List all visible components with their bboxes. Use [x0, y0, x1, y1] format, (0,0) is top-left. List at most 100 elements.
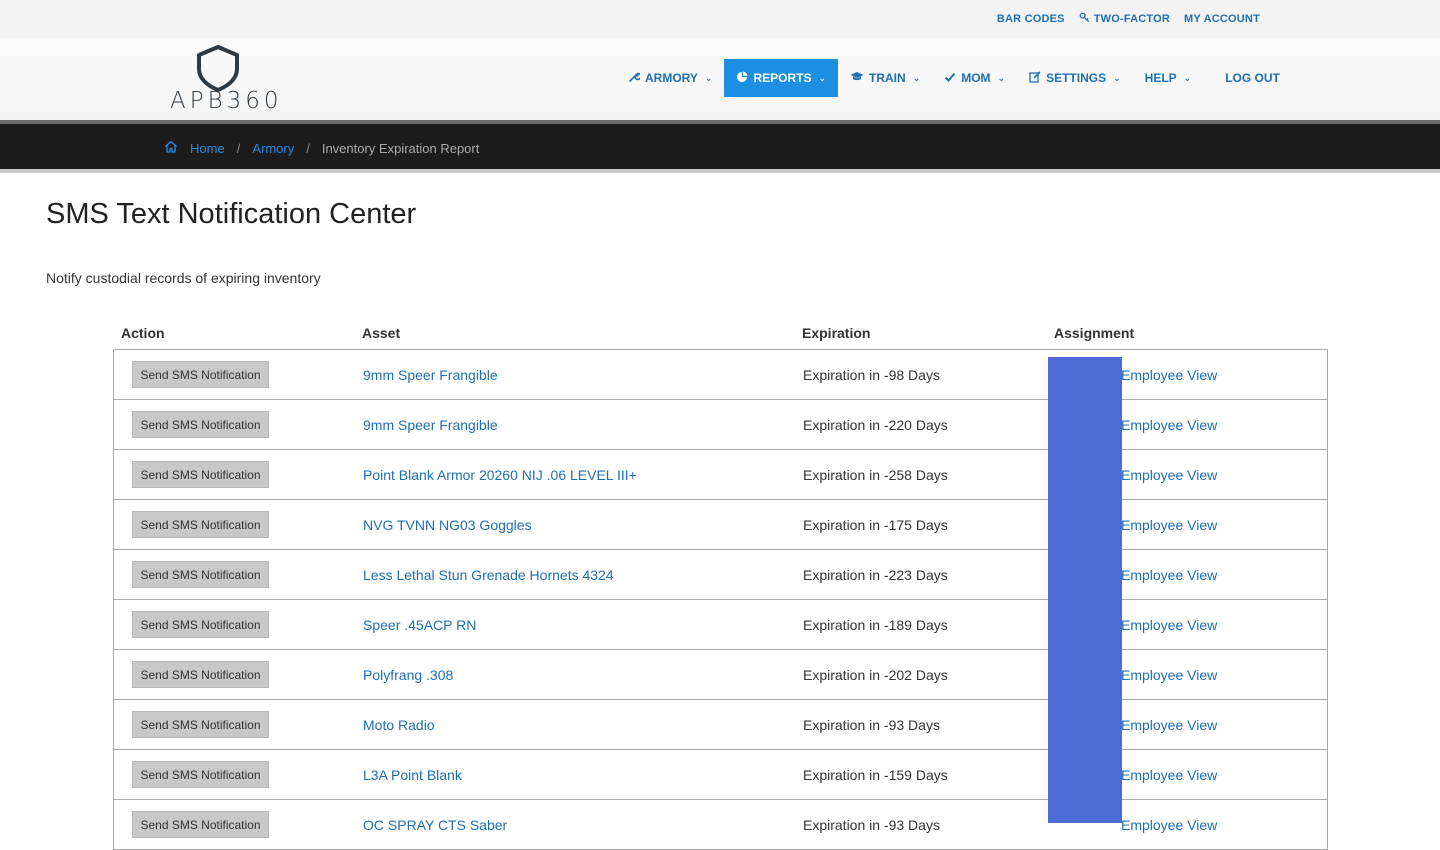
page-subtitle: Notify custodial records of expiring inv…	[46, 270, 321, 286]
table-row: Send SMS Notification 9mm Speer Frangible…	[114, 350, 1327, 400]
expiration-table: Action Asset Expiration Assignment Send …	[113, 316, 1328, 850]
expiration-cell: Expiration in -93 Days	[803, 716, 940, 733]
chevron-down-icon: ⌄	[818, 72, 826, 83]
main-header: APB360 ARMORY ⌄ REPORTS ⌄ TRAIN ⌄ MOM ⌄ …	[0, 38, 1440, 122]
nav-armory[interactable]: ARMORY ⌄	[616, 59, 724, 97]
send-sms-button[interactable]: Send SMS Notification	[132, 761, 269, 788]
expiration-cell: Expiration in -98 Days	[803, 366, 940, 383]
action-cell: Send SMS Notification	[114, 661, 354, 688]
send-sms-button[interactable]: Send SMS Notification	[132, 711, 269, 738]
redaction-block	[1048, 357, 1122, 823]
action-cell: Send SMS Notification	[114, 611, 354, 638]
send-sms-button[interactable]: Send SMS Notification	[132, 511, 269, 538]
table-header: Action Asset Expiration Assignment	[113, 316, 1328, 349]
send-sms-button[interactable]: Send SMS Notification	[132, 611, 269, 638]
shield-logo-icon	[197, 45, 239, 92]
asset-cell: 9mm Speer Frangible	[354, 367, 794, 383]
action-cell: Send SMS Notification	[114, 711, 354, 738]
asset-link[interactable]: L3A Point Blank	[363, 767, 462, 783]
table-row: Send SMS Notification 9mm Speer Frangible…	[114, 400, 1327, 450]
header-assignment: Assignment	[1054, 324, 1135, 341]
expiration-cell: Expiration in -175 Days	[803, 516, 948, 533]
breadcrumb-home[interactable]: Home	[190, 141, 225, 156]
key-icon	[1079, 12, 1090, 26]
expiration-cell: Expiration in -159 Days	[803, 766, 948, 783]
asset-cell: Less Lethal Stun Grenade Hornets 4324	[354, 567, 794, 583]
breadcrumb-armory[interactable]: Armory	[252, 141, 294, 156]
utility-bar: BAR CODES TWO-FACTOR MY ACCOUNT	[0, 0, 1440, 38]
send-sms-button[interactable]: Send SMS Notification	[132, 461, 269, 488]
chevron-down-icon: ⌄	[1183, 72, 1192, 83]
wrench-icon	[628, 71, 642, 86]
breadcrumb: Home / Armory / Inventory Expiration Rep…	[164, 140, 479, 156]
asset-cell: Polyfrang .308	[354, 667, 794, 683]
action-cell: Send SMS Notification	[114, 361, 354, 388]
header-expiration: Expiration	[802, 324, 871, 341]
asset-link[interactable]: OC SPRAY CTS Saber	[363, 817, 507, 833]
breadcrumb-divider	[0, 169, 1440, 173]
asset-cell: L3A Point Blank	[354, 767, 794, 783]
nav-reports[interactable]: REPORTS ⌄	[724, 59, 838, 97]
nav-log-out[interactable]: LOG OUT	[1203, 59, 1292, 97]
asset-link[interactable]: NVG TVNN NG03 Goggles	[363, 517, 532, 533]
table-row: Send SMS Notification L3A Point Blank Expi…	[114, 750, 1327, 800]
asset-link[interactable]: 9mm Speer Frangible	[363, 367, 498, 383]
expiration-cell: Expiration in -223 Days	[803, 566, 948, 583]
asset-cell: OC SPRAY CTS Saber	[354, 817, 794, 833]
chevron-down-icon: ⌄	[704, 72, 713, 83]
action-cell: Send SMS Notification	[114, 761, 354, 788]
asset-link[interactable]: Polyfrang .308	[363, 667, 453, 683]
table-row: Send SMS Notification Point Blank Armor 2…	[114, 450, 1327, 500]
chevron-down-icon: ⌄	[1113, 72, 1121, 83]
send-sms-button[interactable]: Send SMS Notification	[132, 661, 269, 688]
expiration-cell: Expiration in -202 Days	[803, 666, 948, 683]
asset-cell: NVG TVNN NG03 Goggles	[354, 517, 794, 533]
action-cell: Send SMS Notification	[114, 811, 354, 838]
asset-cell: Moto Radio	[354, 717, 794, 733]
nav-settings[interactable]: SETTINGS ⌄	[1017, 59, 1133, 97]
graduation-cap-icon	[850, 71, 864, 85]
send-sms-button[interactable]: Send SMS Notification	[132, 561, 269, 588]
send-sms-button[interactable]: Send SMS Notification	[132, 811, 269, 838]
breadcrumb-separator: /	[306, 140, 310, 156]
asset-link[interactable]: Point Blank Armor 20260 NIJ .06 LEVEL II…	[363, 467, 637, 483]
action-cell: Send SMS Notification	[114, 511, 354, 538]
expiration-cell: Expiration in -93 Days	[803, 816, 940, 833]
header-action: Action	[121, 324, 165, 341]
table-body: Send SMS Notification 9mm Speer Frangible…	[113, 349, 1328, 850]
asset-cell: 9mm Speer Frangible	[354, 417, 794, 433]
chevron-down-icon: ⌄	[912, 72, 921, 83]
expiration-cell: Expiration in -220 Days	[803, 416, 948, 433]
breadcrumb-separator: /	[236, 140, 241, 156]
my-account-link[interactable]: MY ACCOUNT	[1184, 12, 1260, 26]
asset-link[interactable]: 9mm Speer Frangible	[363, 417, 498, 433]
action-cell: Send SMS Notification	[114, 461, 354, 488]
expiration-cell: Expiration in -258 Days	[803, 466, 948, 483]
table-row: Send SMS Notification OC SPRAY CTS Saber E…	[114, 800, 1327, 850]
main-nav: ARMORY ⌄ REPORTS ⌄ TRAIN ⌄ MOM ⌄ SETTING…	[616, 59, 1292, 97]
logo-text: APB360	[170, 88, 283, 114]
bar-codes-link[interactable]: BAR CODES	[997, 12, 1065, 26]
table-row: Send SMS Notification Speer .45ACP RN Expi…	[114, 600, 1327, 650]
nav-train[interactable]: TRAIN ⌄	[838, 59, 932, 97]
two-factor-link[interactable]: TWO-FACTOR	[1079, 12, 1170, 26]
pie-chart-icon	[736, 71, 748, 86]
utility-links: BAR CODES TWO-FACTOR MY ACCOUNT	[997, 12, 1260, 26]
asset-link[interactable]: Speer .45ACP RN	[363, 617, 476, 633]
nav-mom[interactable]: MOM ⌄	[932, 59, 1017, 97]
expiration-cell: Expiration in -189 Days	[803, 616, 948, 633]
nav-help[interactable]: HELP ⌄	[1133, 59, 1204, 97]
table-row: Send SMS Notification NVG TVNN NG03 Goggl…	[114, 500, 1327, 550]
home-icon[interactable]	[164, 140, 178, 156]
asset-link[interactable]: Less Lethal Stun Grenade Hornets 4324	[363, 567, 614, 583]
breadcrumb-current: Inventory Expiration Report	[321, 140, 480, 156]
action-cell: Send SMS Notification	[114, 561, 354, 588]
chevron-down-icon: ⌄	[997, 72, 1006, 83]
asset-link[interactable]: Moto Radio	[363, 717, 435, 733]
asset-cell: Point Blank Armor 20260 NIJ .06 LEVEL II…	[354, 467, 794, 483]
table-row: Send SMS Notification Less Lethal Stun Gr…	[114, 550, 1327, 600]
send-sms-button[interactable]: Send SMS Notification	[132, 411, 269, 438]
action-cell: Send SMS Notification	[114, 411, 354, 438]
send-sms-button[interactable]: Send SMS Notification	[132, 361, 269, 388]
check-icon	[944, 71, 956, 86]
